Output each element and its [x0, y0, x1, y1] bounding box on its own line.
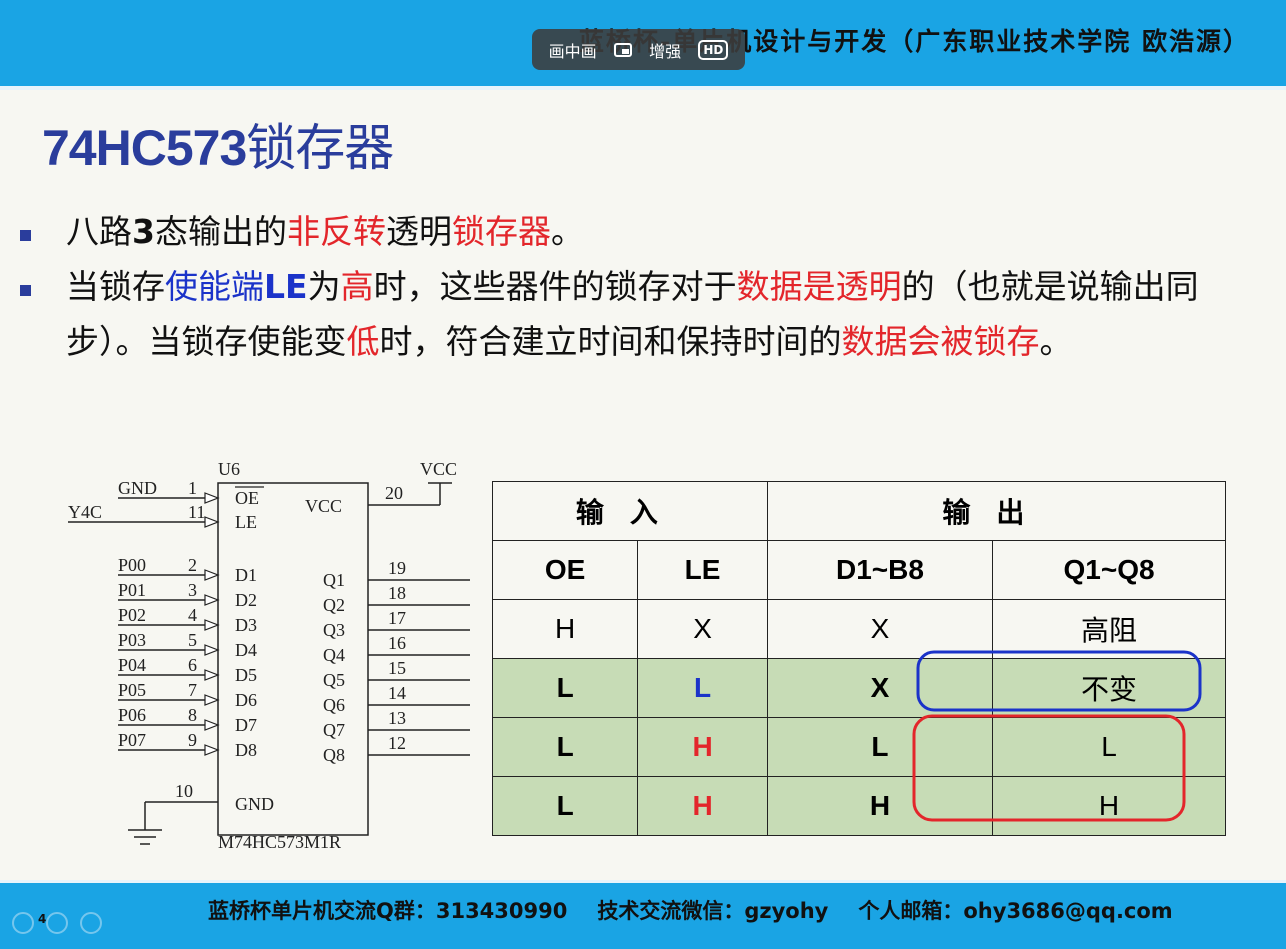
footer-email: 个人邮箱：ohy3686@qq.com: [858, 899, 1173, 923]
footer-contact: 蓝桥杯单片机交流Q群：313430990 技术交流微信：gzyohy 个人邮箱：oh…: [208, 895, 1203, 925]
annotation-layer: [912, 650, 1202, 822]
highlight-tool-icon[interactable]: [46, 912, 68, 934]
blue-annotation-loop: [916, 650, 1202, 712]
eraser-tool-icon[interactable]: [80, 912, 102, 934]
footer-qq: 蓝桥杯单片机交流Q群：313430990: [208, 899, 568, 923]
page-number: 4: [38, 912, 47, 926]
red-annotation-loop: [912, 714, 1186, 822]
slide-toolbar: [12, 912, 102, 934]
pen-tool-icon[interactable]: [12, 912, 34, 934]
footer-wechat: 技术交流微信：gzyohy: [597, 899, 829, 923]
